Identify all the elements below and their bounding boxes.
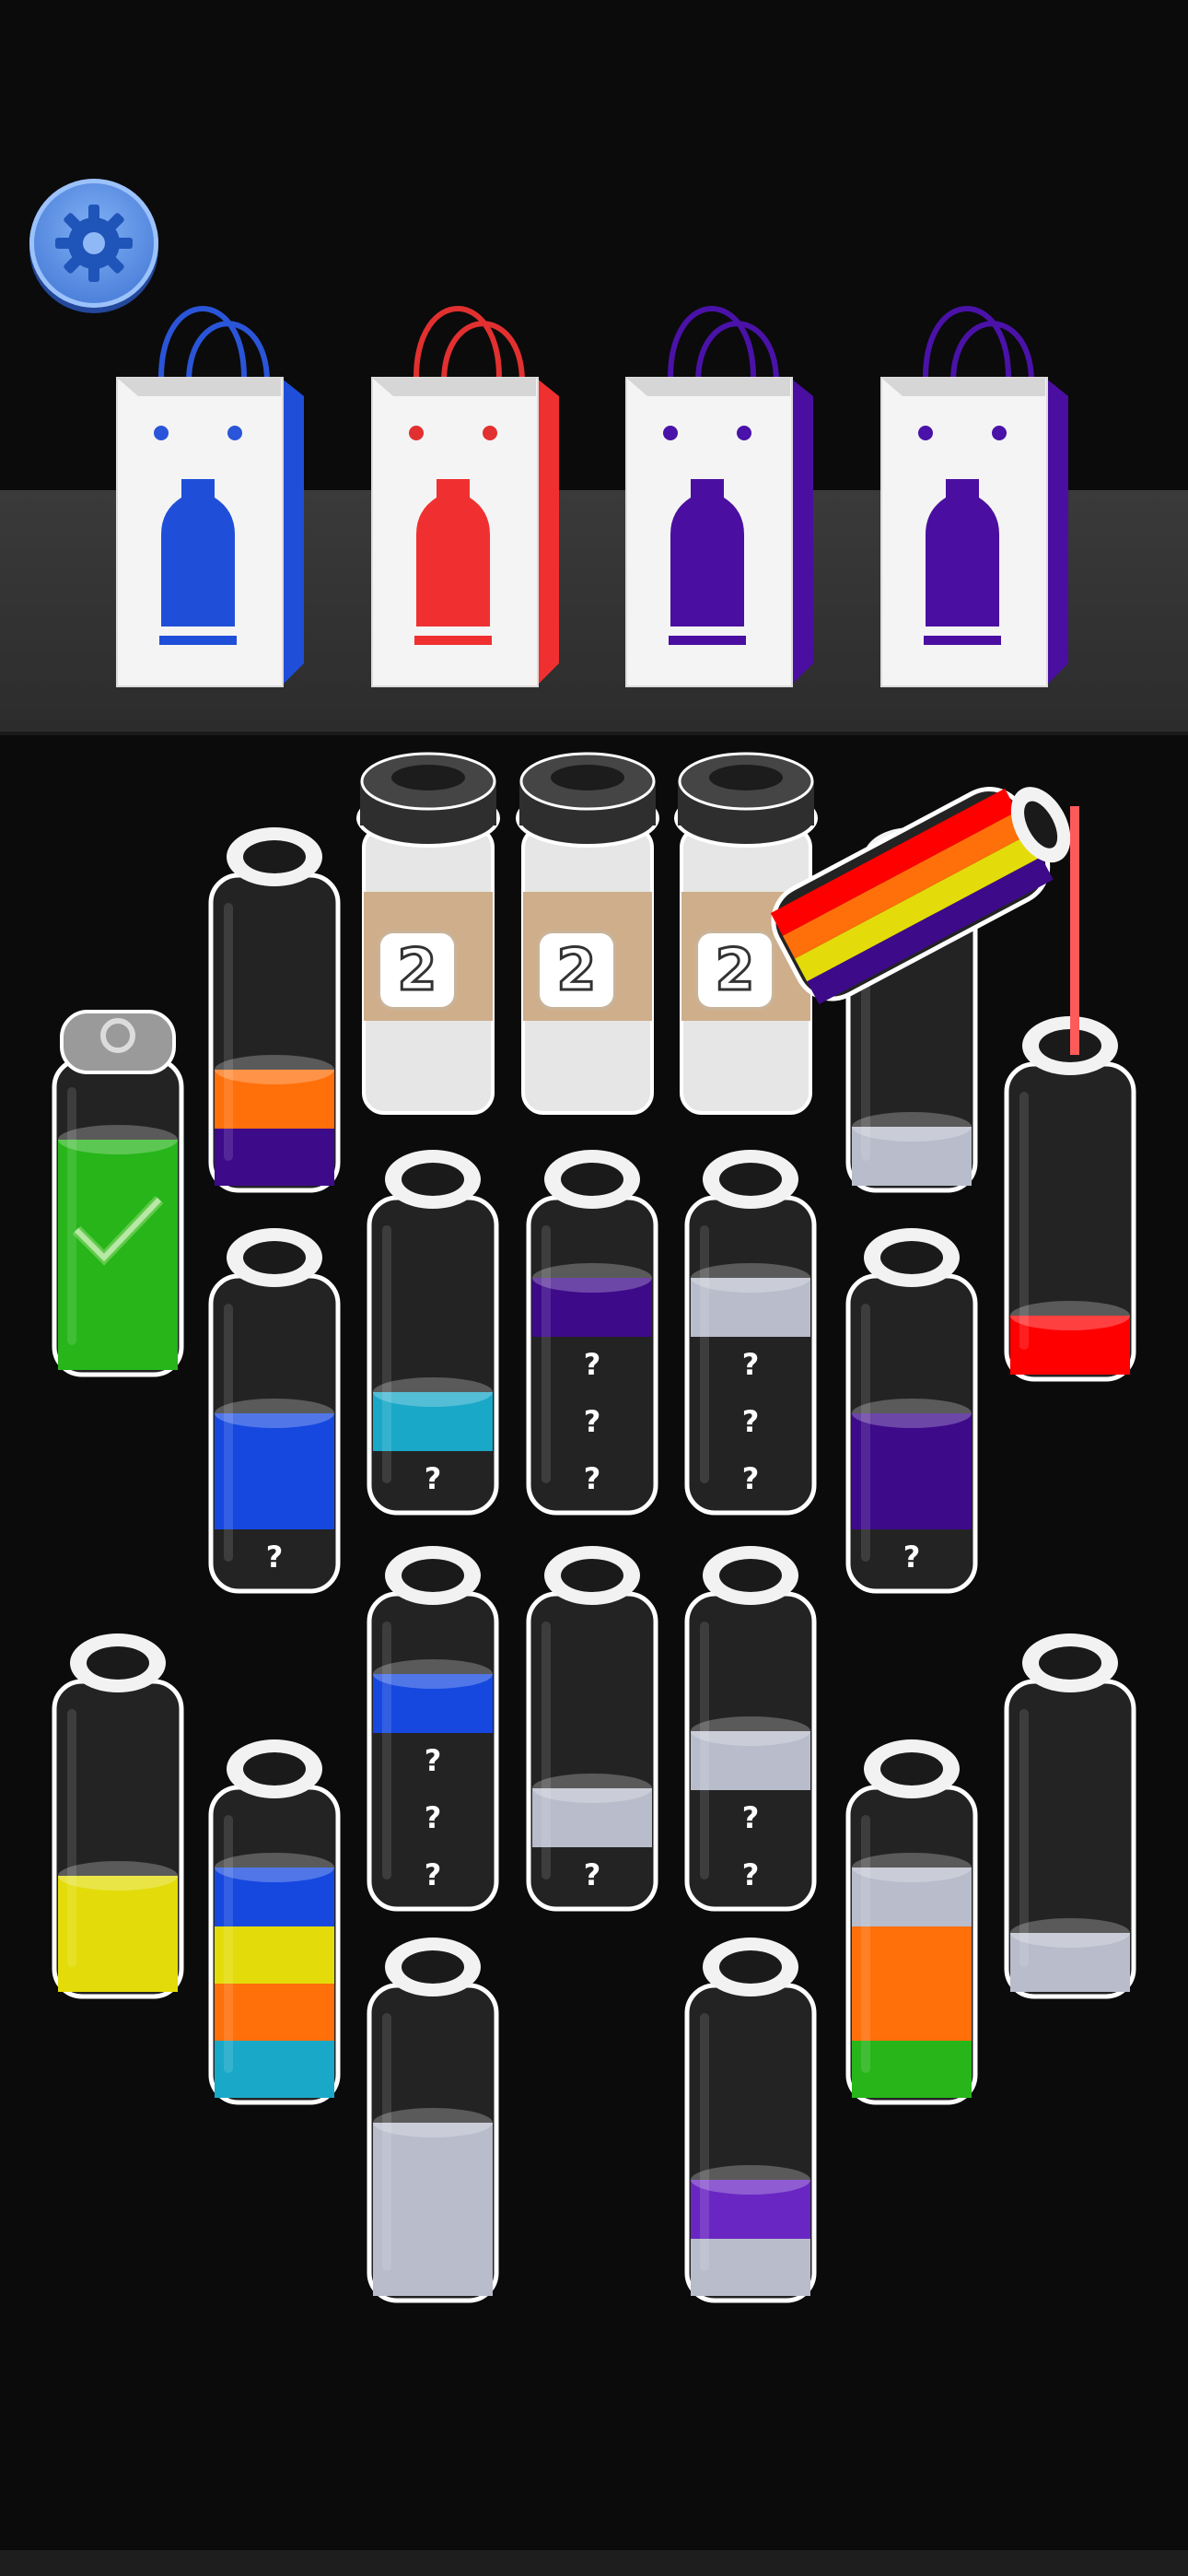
unknown-layer-icon: ? (265, 1540, 284, 1575)
cup-count-label: 2 (380, 933, 454, 1007)
bottle[interactable] (364, 1930, 502, 2308)
unknown-layer-icon: ? (741, 1461, 760, 1496)
unknown-layer-icon: ? (424, 1800, 442, 1835)
shopping-bag (370, 295, 573, 691)
unknown-layer-icon: ? (583, 1347, 601, 1382)
coffee-cup[interactable]: 2 (514, 744, 661, 1122)
checkmark-icon (72, 1195, 164, 1266)
unknown-layer-icon: ? (903, 1540, 921, 1575)
unknown-layer-icon: ? (741, 1347, 760, 1382)
bottle[interactable]: ??? (523, 1142, 661, 1520)
bottle[interactable] (205, 820, 344, 1198)
pouring-bottle (755, 755, 1096, 1060)
cup-count-label: 2 (540, 933, 613, 1007)
bottle[interactable] (205, 1732, 344, 2110)
bottle[interactable]: ??? (681, 1142, 820, 1520)
unknown-layer-icon: ? (424, 1461, 442, 1496)
gear-icon (55, 205, 133, 282)
bottle[interactable]: ? (205, 1221, 344, 1598)
settings-button[interactable] (29, 179, 158, 308)
bottle[interactable] (1001, 1009, 1139, 1387)
bottle[interactable] (49, 1626, 187, 2004)
bottle[interactable]: ? (364, 1142, 502, 1520)
bottle[interactable]: ?? (681, 1539, 820, 1916)
unknown-layer-icon: ? (583, 1461, 601, 1496)
coffee-cup[interactable]: 2 (355, 744, 502, 1122)
shopping-bag (624, 295, 827, 691)
bottle[interactable]: ??? (364, 1539, 502, 1916)
bottle[interactable] (681, 1930, 820, 2308)
shopping-bag (115, 295, 318, 691)
unknown-layer-icon: ? (424, 1743, 442, 1778)
bottle[interactable] (843, 1732, 981, 2110)
pour-stream (1070, 806, 1079, 1055)
completed-bottle[interactable] (49, 1004, 187, 1382)
unknown-layer-icon: ? (583, 1857, 601, 1892)
game-board: 2 2 2 ??????????????? (0, 0, 1188, 2576)
unknown-layer-icon: ? (424, 1857, 442, 1892)
bottom-strip (0, 2550, 1188, 2576)
unknown-layer-icon: ? (741, 1404, 760, 1439)
shopping-bag (879, 295, 1082, 691)
bottle[interactable]: ? (843, 1221, 981, 1598)
bottle[interactable] (1001, 1626, 1139, 2004)
unknown-layer-icon: ? (741, 1800, 760, 1835)
bottle[interactable]: ? (523, 1539, 661, 1916)
unknown-layer-icon: ? (741, 1857, 760, 1892)
unknown-layer-icon: ? (583, 1404, 601, 1439)
